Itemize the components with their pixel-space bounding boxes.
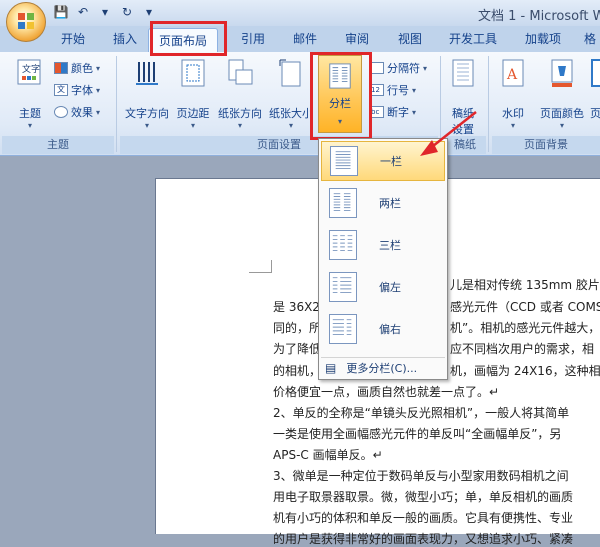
document-line: 机，画幅为 24X16，这种相 (450, 364, 600, 378)
highlight-box-columns (310, 52, 372, 140)
themes-icon: 文字 (17, 59, 41, 85)
draft-paper-icon (452, 59, 474, 87)
ribbon-tabs: 开始 插入 页面布局 引用 邮件 审阅 视图 开发工具 加载项格 (0, 26, 600, 52)
tab-4[interactable]: 邮件 (293, 30, 317, 47)
right-column-icon (329, 314, 357, 344)
chevron-down-icon: ▾ (190, 121, 195, 130)
paint-bucket-icon (551, 59, 573, 87)
tab-6[interactable]: 视图 (398, 30, 422, 47)
document-line: 一类是使用全画幅感光元件的单反叫“全画幅单反”，另 (273, 427, 562, 441)
save-icon[interactable]: 💾 (52, 4, 70, 20)
menu-item-left[interactable]: 偏左 (321, 267, 445, 307)
tab-9[interactable]: 格 (584, 30, 596, 47)
document-line: 为了降低 (273, 342, 322, 356)
text-direction-icon (136, 62, 158, 85)
chevron-down-icon: ▾ (510, 121, 515, 130)
chevron-down-icon: ▾ (288, 121, 293, 130)
two-columns-icon (329, 188, 357, 218)
group-label-background: 页面背景 (492, 136, 600, 154)
chevron-down-icon: ▾ (27, 121, 32, 130)
window-title: 文档 1 - Microsoft W (478, 9, 600, 24)
menu-item-right[interactable]: 偏右 (321, 309, 445, 349)
group-separator (116, 56, 117, 152)
page-size-icon (279, 59, 301, 87)
title-bar: 💾 ↶ ▾ ↻ ▾ 文档 1 - Microsoft W (0, 0, 600, 26)
line-numbers-icon: 12 (370, 84, 384, 96)
three-columns-icon (329, 230, 357, 260)
theme-colors-button[interactable]: 颜色 ▾ (54, 60, 100, 76)
document-line: 机”。相机的感光元件越大， (450, 321, 600, 335)
document-line: 同的，所 (273, 321, 322, 335)
quick-access-toolbar: 💾 ↶ ▾ ↻ ▾ (52, 4, 158, 20)
document-line: 儿是相对传统 135mm 胶片来 (450, 278, 600, 292)
page-border-icon (591, 59, 600, 87)
menu-item-one-column[interactable]: 一栏 (321, 141, 445, 181)
undo-icon[interactable]: ↶ (74, 4, 92, 20)
page-color-button[interactable]: 页面颜色 ▾ (534, 58, 590, 130)
more-columns-item[interactable]: ▤ 更多分栏(C)... (321, 357, 445, 378)
effects-icon (54, 106, 68, 118)
margin-corner-mark (249, 260, 272, 273)
watermark-button[interactable]: A 水印 ▾ (492, 58, 534, 130)
palette-icon (54, 62, 68, 74)
hyphenation-icon: bc (370, 106, 384, 118)
watermark-icon: A (502, 59, 524, 87)
orientation-icon (228, 59, 253, 85)
menu-item-two-columns[interactable]: 两栏 (321, 183, 445, 223)
document-line: 应不同档次用户的需求，相 (450, 342, 595, 356)
tab-1[interactable]: 插入 (113, 30, 137, 47)
orientation-button[interactable]: 纸张方向 ▾ (214, 58, 266, 130)
page-border-button[interactable]: 页面边 (590, 58, 600, 121)
office-button[interactable] (6, 2, 46, 42)
document-line: 3、微单是一种定位于数码单反与小型家用数码相机之间 (273, 469, 569, 483)
text-direction-button[interactable]: 文字方向 ▾ (120, 58, 174, 130)
margins-button[interactable]: 页边距 ▾ (172, 58, 214, 130)
line-numbers-button[interactable]: 12 行号 ▾ (370, 82, 416, 98)
document-line: 用电子取景器取景。微，微型小巧；单，单反相机的画质 (273, 490, 574, 504)
theme-fonts-button[interactable]: 文 字体 ▾ (54, 82, 100, 98)
chevron-down-icon: ▾ (559, 121, 564, 130)
margins-icon (181, 59, 205, 87)
columns-small-icon: ▤ (325, 361, 337, 375)
menu-item-three-columns[interactable]: 三栏 (321, 225, 445, 265)
document-line: APS-C 画幅单反。↵ (273, 448, 383, 462)
customize-qat-icon[interactable]: ▾ (140, 4, 158, 20)
tab-0[interactable]: 开始 (61, 30, 85, 47)
chevron-down-icon: ▾ (144, 121, 149, 130)
chevron-down-icon: ▾ (237, 121, 242, 130)
group-label-draft: 稿纸 (444, 136, 486, 154)
svg-text:A: A (506, 67, 518, 83)
office-logo-icon (18, 13, 34, 29)
group-separator (488, 56, 489, 152)
document-line: 感光元件（CCD 或者 COMS (450, 300, 600, 314)
tab-8[interactable]: 加载项 (525, 30, 561, 47)
page-break-icon (370, 62, 384, 74)
undo-dropdown-icon[interactable]: ▾ (96, 4, 114, 20)
tab-3[interactable]: 引用 (241, 30, 265, 47)
document-line: 2、单反的全称是“单镜头反光照相机”，一般人将其简单 (273, 406, 570, 420)
tab-5[interactable]: 审阅 (345, 30, 369, 47)
highlight-box-tab (150, 21, 227, 56)
breaks-button[interactable]: 分隔符 ▾ (370, 60, 427, 76)
group-label-theme: 主题 (2, 136, 114, 154)
redo-icon[interactable]: ↻ (118, 4, 136, 20)
document-line: 的相机， (273, 364, 322, 378)
one-column-icon (330, 146, 358, 176)
draft-paper-button[interactable]: 稿纸 设置 (444, 58, 482, 137)
tab-7[interactable]: 开发工具 (449, 30, 497, 47)
font-icon: 文 (54, 84, 68, 96)
page-size-button[interactable]: 纸张大小 ▾ (268, 58, 314, 130)
document-line: 价格便宜一点，画质自然也就差一点了。↵ (273, 385, 500, 399)
hyphenation-button[interactable]: bc 断字 ▾ (370, 104, 416, 120)
columns-dropdown-menu: 一栏 两栏 三栏 偏左 偏右 ▤ 更多分栏(C)... (318, 138, 448, 380)
ribbon: 文字 主题 ▾ 颜色▾ 文 字体▾ 效果▾ 主题 文字方向 ▾ 页边距 ▾ (0, 52, 600, 156)
themes-button[interactable]: 文字 主题 ▾ (10, 58, 50, 130)
left-column-icon (329, 272, 357, 302)
theme-effects-button[interactable]: 效果 ▾ (54, 104, 100, 120)
svg-text:文字: 文字 (22, 63, 40, 75)
document-line: 机有小巧的体积和单反一般的画质。它具有便携性、专业 (273, 511, 574, 525)
document-line: 是 36X2 (273, 300, 320, 314)
